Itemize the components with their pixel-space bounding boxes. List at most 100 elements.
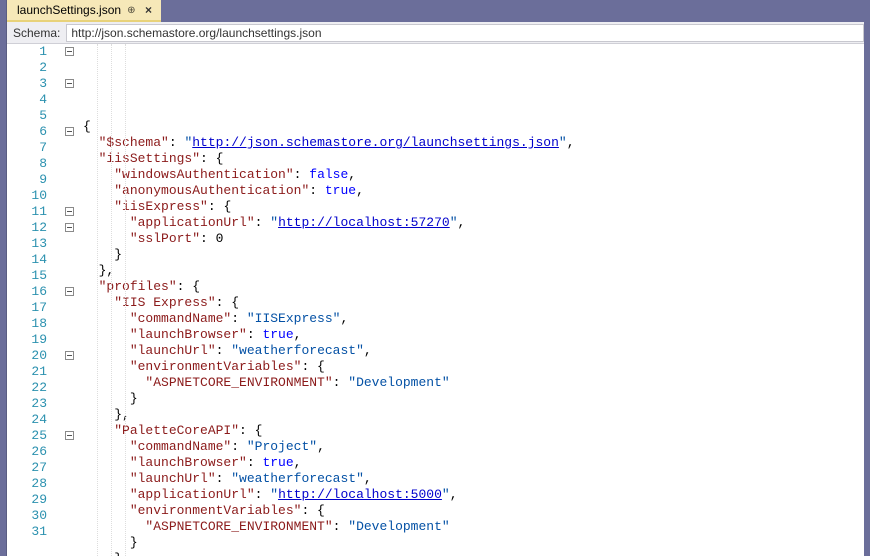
schema-input[interactable] [66, 24, 864, 42]
code-line[interactable]: }, [83, 407, 864, 423]
code-line[interactable]: "environmentVariables": { [83, 503, 864, 519]
code-line[interactable]: "$schema": "http://json.schemastore.org/… [83, 135, 864, 151]
fold-cell [63, 460, 83, 476]
fold-toggle-icon[interactable] [65, 431, 74, 440]
fold-cell[interactable] [63, 428, 83, 444]
code-line[interactable]: "ASPNETCORE_ENVIRONMENT": "Development" [83, 519, 864, 535]
code-line[interactable]: "iisSettings": { [83, 151, 864, 167]
line-number: 16 [7, 284, 47, 300]
fold-cell [63, 524, 83, 540]
code-line[interactable]: "launchBrowser": true, [83, 455, 864, 471]
tab-filename: launchSettings.json [17, 3, 121, 17]
code-line[interactable]: "windowsAuthentication": false, [83, 167, 864, 183]
line-number: 21 [7, 364, 47, 380]
line-number: 26 [7, 444, 47, 460]
line-number: 31 [7, 524, 47, 540]
line-number: 12 [7, 220, 47, 236]
schema-label: Schema: [13, 26, 60, 40]
line-number: 2 [7, 60, 47, 76]
editor-window: launchSettings.json ⊕ × Schema: 12345678… [6, 0, 864, 556]
code-line[interactable]: "sslPort": 0 [83, 231, 864, 247]
code-area[interactable]: { "$schema": "http://json.schemastore.or… [83, 44, 864, 556]
line-number: 18 [7, 316, 47, 332]
tab-bar: launchSettings.json ⊕ × [7, 0, 864, 22]
line-number: 24 [7, 412, 47, 428]
fold-cell [63, 412, 83, 428]
line-number: 13 [7, 236, 47, 252]
code-line[interactable]: }, [83, 263, 864, 279]
code-line[interactable]: "launchBrowser": true, [83, 327, 864, 343]
fold-cell [63, 380, 83, 396]
line-number: 22 [7, 380, 47, 396]
line-number: 3 [7, 76, 47, 92]
fold-cell [63, 492, 83, 508]
code-line[interactable]: "PaletteCoreAPI": { [83, 423, 864, 439]
code-line[interactable]: } [83, 535, 864, 551]
fold-cell [63, 156, 83, 172]
fold-cell [63, 60, 83, 76]
line-number: 17 [7, 300, 47, 316]
fold-cell [63, 300, 83, 316]
line-number-gutter: 1234567891011121314151617181920212223242… [7, 44, 63, 556]
code-line[interactable]: "applicationUrl": "http://localhost:5000… [83, 487, 864, 503]
code-editor[interactable]: 1234567891011121314151617181920212223242… [7, 44, 864, 556]
code-line[interactable]: "commandName": "Project", [83, 439, 864, 455]
code-line[interactable]: "ASPNETCORE_ENVIRONMENT": "Development" [83, 375, 864, 391]
code-line[interactable]: "environmentVariables": { [83, 359, 864, 375]
code-line[interactable]: } [83, 247, 864, 263]
pin-icon[interactable]: ⊕ [127, 5, 135, 16]
fold-toggle-icon[interactable] [65, 351, 74, 360]
line-number: 29 [7, 492, 47, 508]
fold-cell[interactable] [63, 284, 83, 300]
fold-cell [63, 364, 83, 380]
fold-toggle-icon[interactable] [65, 47, 74, 56]
line-number: 19 [7, 332, 47, 348]
fold-cell[interactable] [63, 220, 83, 236]
fold-cell[interactable] [63, 44, 83, 60]
code-line[interactable]: "iisExpress": { [83, 199, 864, 215]
fold-toggle-icon[interactable] [65, 79, 74, 88]
code-line[interactable]: } [83, 391, 864, 407]
line-number: 23 [7, 396, 47, 412]
line-number: 10 [7, 188, 47, 204]
fold-toggle-icon[interactable] [65, 287, 74, 296]
fold-cell [63, 92, 83, 108]
code-line[interactable]: } [83, 551, 864, 556]
tab-active[interactable]: launchSettings.json ⊕ × [7, 0, 161, 22]
line-number: 20 [7, 348, 47, 364]
line-number: 14 [7, 252, 47, 268]
fold-toggle-icon[interactable] [65, 223, 74, 232]
fold-cell [63, 332, 83, 348]
line-number: 4 [7, 92, 47, 108]
fold-cell [63, 252, 83, 268]
code-line[interactable]: "profiles": { [83, 279, 864, 295]
line-number: 8 [7, 156, 47, 172]
code-line[interactable]: "applicationUrl": "http://localhost:5727… [83, 215, 864, 231]
fold-cell[interactable] [63, 124, 83, 140]
fold-cell[interactable] [63, 76, 83, 92]
fold-cell [63, 188, 83, 204]
line-number: 15 [7, 268, 47, 284]
fold-column[interactable] [63, 44, 83, 556]
line-number: 1 [7, 44, 47, 60]
code-line[interactable]: { [83, 119, 864, 135]
code-line[interactable]: "commandName": "IISExpress", [83, 311, 864, 327]
fold-cell[interactable] [63, 348, 83, 364]
code-line[interactable]: "anonymousAuthentication": true, [83, 183, 864, 199]
fold-cell [63, 108, 83, 124]
close-icon[interactable]: × [141, 3, 155, 17]
fold-toggle-icon[interactable] [65, 127, 74, 136]
code-line[interactable]: "launchUrl": "weatherforecast", [83, 343, 864, 359]
line-number: 27 [7, 460, 47, 476]
fold-cell[interactable] [63, 204, 83, 220]
schema-bar: Schema: [7, 22, 864, 44]
fold-cell [63, 476, 83, 492]
fold-cell [63, 444, 83, 460]
fold-toggle-icon[interactable] [65, 207, 74, 216]
code-line[interactable]: "IIS Express": { [83, 295, 864, 311]
fold-cell [63, 268, 83, 284]
code-line[interactable]: "launchUrl": "weatherforecast", [83, 471, 864, 487]
fold-cell [63, 316, 83, 332]
fold-cell [63, 508, 83, 524]
line-number: 7 [7, 140, 47, 156]
